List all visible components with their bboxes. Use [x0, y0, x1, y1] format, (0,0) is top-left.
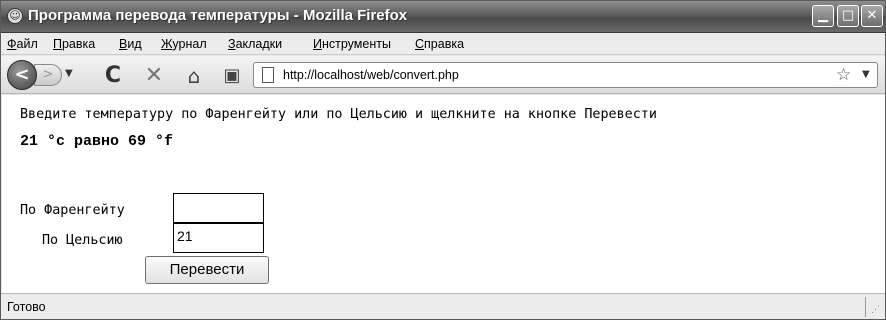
- reload-icon[interactable]: C: [101, 64, 125, 88]
- browser-window: ☺ Программа перевода температуры - Mozil…: [0, 0, 886, 320]
- celsius-input[interactable]: 21: [173, 223, 264, 253]
- maximize-button[interactable]: □: [837, 5, 859, 27]
- fahrenheit-label: По Фаренгейту: [20, 203, 125, 218]
- result-text: 21 °c равно 69 °f: [20, 133, 174, 150]
- resize-grip-icon[interactable]: ⋰: [871, 304, 880, 315]
- menu-help[interactable]: Справка: [415, 37, 464, 51]
- back-icon[interactable]: <: [7, 60, 37, 90]
- menu-edit[interactable]: Правка: [53, 37, 95, 51]
- firefox-icon: ☺: [7, 8, 23, 24]
- status-bar: Готово ⋰: [1, 293, 885, 319]
- menu-bookmarks[interactable]: Закладки: [228, 37, 282, 51]
- page-content: Введите температуру по Фаренгейту или по…: [2, 95, 885, 293]
- history-dropdown-icon[interactable]: ▼: [65, 68, 73, 79]
- navigation-toolbar: > < ▼ C ✕ ⌂ ▣ http://localhost/web/conve…: [1, 56, 885, 94]
- page-icon: [262, 67, 274, 83]
- title-bar: ☺ Программа перевода температуры - Mozil…: [1, 1, 885, 33]
- instructions-text: Введите температуру по Фаренгейту или по…: [20, 107, 657, 122]
- menu-history[interactable]: Журнал: [161, 37, 207, 51]
- window-title: Программа перевода температуры - Mozilla…: [28, 7, 408, 24]
- celsius-label: По Цельсию: [42, 233, 123, 248]
- stop-icon[interactable]: ✕: [142, 64, 166, 88]
- home-icon[interactable]: ⌂: [182, 64, 206, 88]
- status-text: Готово: [7, 300, 46, 314]
- url-bar[interactable]: http://localhost/web/convert.php ☆ ▼: [253, 62, 878, 88]
- fahrenheit-input[interactable]: [173, 193, 264, 223]
- menu-view[interactable]: Вид: [119, 37, 142, 51]
- new-bookmark-icon[interactable]: ▣: [220, 64, 244, 88]
- menu-tools[interactable]: Инструменты: [313, 37, 391, 51]
- star-icon[interactable]: ☆: [836, 65, 851, 85]
- menu-file[interactable]: Файл: [7, 37, 38, 51]
- url-text[interactable]: http://localhost/web/convert.php: [283, 68, 459, 82]
- status-divider: [865, 297, 866, 317]
- close-button[interactable]: ✕: [861, 5, 883, 27]
- menu-bar: Файл Правка Вид Журнал Закладки Инструме…: [1, 33, 885, 55]
- url-dropdown-icon[interactable]: ▼: [862, 69, 870, 80]
- minimize-button[interactable]: ▁: [812, 5, 834, 27]
- convert-button[interactable]: Перевести: [145, 256, 269, 284]
- forward-icon[interactable]: >: [34, 64, 62, 86]
